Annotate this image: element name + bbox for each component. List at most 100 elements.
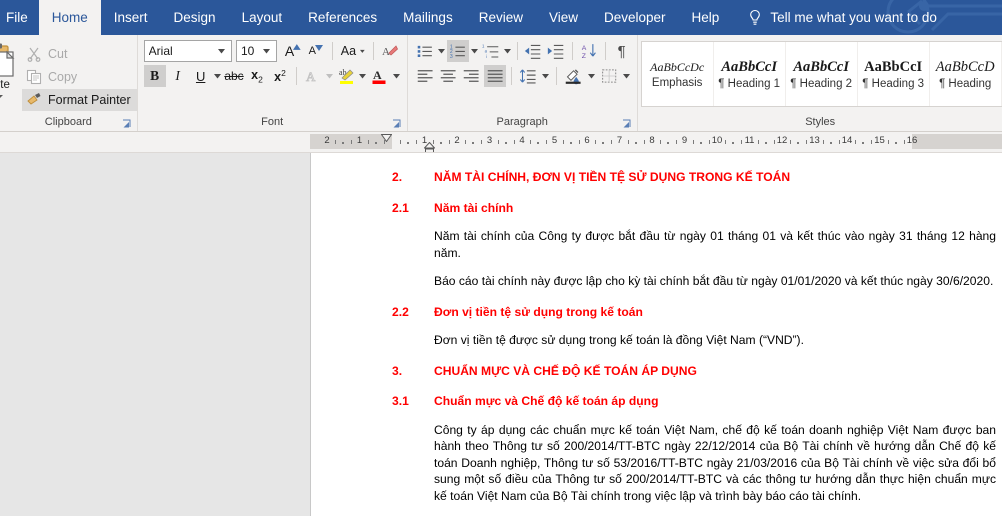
hanging-indent-marker[interactable]	[424, 142, 435, 153]
tell-me-search[interactable]: Tell me what you want to do	[732, 0, 947, 35]
document-paragraph[interactable]: 3.1 Chuẩn mực và Chế độ kế toán áp dụng	[311, 393, 1002, 410]
horizontal-ruler[interactable]: 2 1 1 2 3 4 5 6 7 8 9 10 11 12 13 14 15 16	[0, 132, 1002, 153]
style-heading-4[interactable]: AaBbCcD ¶ Heading	[930, 42, 1002, 106]
font-color-button[interactable]: A	[368, 65, 390, 87]
numbering-button[interactable]: 123	[446, 40, 469, 62]
paste-dropdown-caret-icon[interactable]	[0, 94, 3, 100]
align-right-button[interactable]	[460, 65, 482, 87]
document-paragraph[interactable]: 2.2 Đơn vị tiền tệ sử dụng trong kế toán	[311, 304, 1002, 321]
ruler-tick	[838, 140, 840, 144]
borders-button[interactable]	[598, 65, 620, 87]
increase-indent-button[interactable]	[545, 40, 567, 62]
paragraph-dialog-launcher[interactable]	[622, 119, 632, 129]
font-separator-2	[372, 42, 374, 60]
font-size-combo[interactable]: 10	[235, 40, 277, 62]
document-paragraph[interactable]: Đơn vị tiền tệ được sử dụng trong kế toá…	[311, 332, 1002, 349]
text-effects-button[interactable]: A	[302, 65, 324, 87]
line-spacing-caret-icon[interactable]	[540, 65, 551, 87]
tab-references[interactable]: References	[295, 0, 390, 35]
paragraph-text: Đơn vị tiền tệ sử dụng trong kế toán	[434, 304, 643, 319]
tab-design[interactable]: Design	[161, 0, 229, 35]
ruler-tick	[481, 140, 483, 144]
document-paragraph[interactable]: 2. NĂM TÀI CHÍNH, ĐƠN VỊ TIỀN TỆ SỬ DỤNG …	[311, 169, 1002, 186]
styles-gallery[interactable]: AaBbCcDc Emphasis AaBbCcI ¶ Heading 1 Aa…	[640, 41, 1002, 107]
tab-home[interactable]: Home	[38, 0, 101, 35]
borders-caret-icon[interactable]	[621, 65, 632, 87]
font-size-caret-icon[interactable]	[260, 48, 274, 54]
justify-button[interactable]	[483, 65, 506, 87]
ribbon-group-clipboard: aste Cut	[0, 35, 138, 131]
font-name-combo[interactable]: Arial	[143, 40, 232, 62]
document-paragraph[interactable]: 2.1 Năm tài chính	[311, 200, 1002, 217]
document-paragraph[interactable]: Năm tài chính của Công ty được bắt đầu t…	[311, 228, 1002, 261]
shading-button[interactable]	[562, 65, 584, 87]
shading-caret-icon[interactable]	[586, 65, 597, 87]
style-label: ¶ Heading 1	[718, 77, 781, 90]
clipboard-dialog-launcher[interactable]	[122, 119, 132, 129]
text-effects-caret-icon[interactable]	[325, 65, 334, 87]
scissors-icon	[27, 47, 41, 62]
ruler-tick	[448, 140, 450, 144]
style-heading-1[interactable]: AaBbCcI ¶ Heading 1	[714, 42, 786, 106]
show-formatting-marks-button[interactable]: ¶	[611, 40, 633, 62]
shrink-font-button[interactable]: A	[305, 40, 327, 62]
tab-view[interactable]: View	[536, 0, 591, 35]
superscript-button[interactable]: x2	[269, 65, 291, 87]
style-heading-2[interactable]: AaBbCcI ¶ Heading 2	[786, 42, 858, 106]
para-separator-3	[604, 42, 606, 60]
font-color-caret-icon[interactable]	[391, 65, 400, 87]
document-page[interactable]: 2. NĂM TÀI CHÍNH, ĐƠN VỊ TIỀN TỆ SỬ DỤNG …	[310, 153, 1002, 516]
pilcrow-icon: ¶	[617, 42, 626, 60]
tab-mailings[interactable]: Mailings	[390, 0, 466, 35]
align-center-button[interactable]	[437, 65, 459, 87]
paste-icon	[0, 43, 15, 77]
tab-insert[interactable]: Insert	[101, 0, 161, 35]
tab-help[interactable]: Help	[679, 0, 733, 35]
tab-layout[interactable]: Layout	[229, 0, 296, 35]
multilevel-caret-icon[interactable]	[503, 40, 512, 62]
subscript-button[interactable]: x2	[246, 65, 268, 87]
ruler-tick	[757, 140, 759, 144]
font-name-caret-icon[interactable]	[215, 48, 229, 54]
tab-file[interactable]: File	[0, 0, 39, 35]
tab-developer[interactable]: Developer	[591, 0, 679, 35]
sort-button[interactable]: A Z	[578, 40, 600, 62]
change-case-caret-icon[interactable]	[360, 49, 365, 54]
numbering-caret-icon[interactable]	[470, 40, 479, 62]
change-case-button[interactable]: Aa	[338, 40, 368, 62]
highlight-button[interactable]: ab	[335, 65, 357, 87]
strikethrough-button[interactable]: abc	[223, 65, 245, 87]
bullets-button[interactable]	[414, 40, 436, 62]
highlight-caret-icon[interactable]	[358, 65, 367, 87]
copy-button[interactable]: Copy	[22, 66, 137, 88]
clear-formatting-button[interactable]: A	[379, 40, 401, 62]
first-line-indent-marker[interactable]	[381, 134, 392, 142]
document-paragraph[interactable]: 3. CHUẨN MỰC VÀ CHẾ ĐỘ KẾ TOÁN ÁP DỤNG	[311, 363, 1002, 380]
underline-caret-icon[interactable]	[213, 65, 222, 87]
bold-button[interactable]: B	[143, 65, 166, 87]
font-dialog-launcher[interactable]	[392, 119, 402, 129]
line-spacing-button[interactable]	[517, 65, 539, 87]
italic-button[interactable]: I	[167, 65, 189, 87]
document-body[interactable]: 2. NĂM TÀI CHÍNH, ĐƠN VỊ TIỀN TỆ SỬ DỤNG …	[311, 169, 1002, 516]
document-paragraph[interactable]: Công ty áp dụng các chuẩn mực kế toán Vi…	[311, 422, 1002, 505]
document-paragraph[interactable]: Báo cáo tài chính này được lập cho kỳ tà…	[311, 273, 1002, 290]
cut-button[interactable]: Cut	[22, 43, 137, 65]
line-spacing-icon	[519, 69, 536, 84]
ruler-tick	[871, 140, 873, 144]
bullets-caret-icon[interactable]	[437, 40, 446, 62]
ruler-number: 6	[584, 135, 590, 146]
style-heading-3[interactable]: AaBbCcI ¶ Heading 3	[858, 42, 930, 106]
underline-button[interactable]: U	[190, 65, 212, 87]
multilevel-list-button[interactable]: 1ai	[480, 40, 502, 62]
ruler-number: 9	[681, 135, 688, 146]
style-emphasis[interactable]: AaBbCcDc Emphasis	[642, 42, 714, 106]
grow-font-button[interactable]: A	[282, 40, 304, 62]
tab-review[interactable]: Review	[466, 0, 536, 35]
decrease-indent-button[interactable]	[522, 40, 544, 62]
paste-button[interactable]: aste	[0, 40, 22, 114]
paragraph-group-label: Paragraph	[408, 114, 637, 131]
align-left-button[interactable]	[414, 65, 436, 87]
format-painter-button[interactable]: Format Painter	[22, 89, 137, 111]
document-canvas[interactable]: 2. NĂM TÀI CHÍNH, ĐƠN VỊ TIỀN TỆ SỬ DỤNG …	[0, 153, 1002, 516]
